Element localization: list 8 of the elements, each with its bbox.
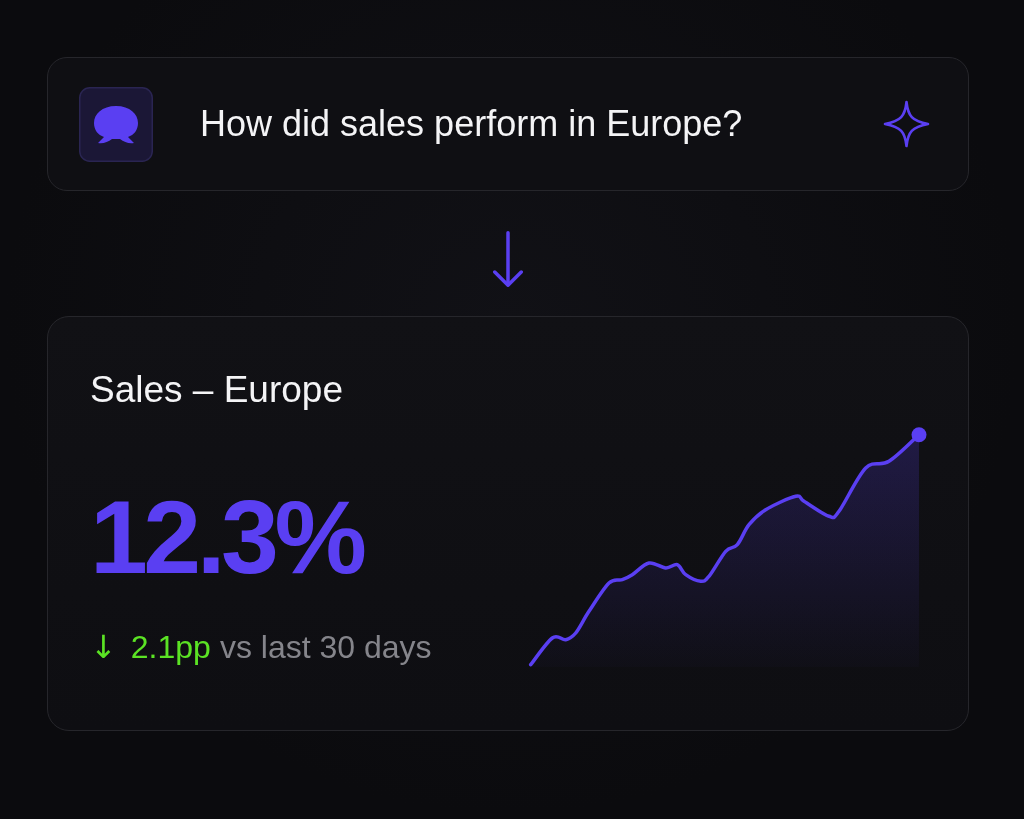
comparison-text: vs last 30 days (219, 628, 432, 667)
trend-arrow-icon: ↓ (90, 627, 117, 667)
question-text: How did sales perform in Europe? (200, 102, 744, 146)
metric-value: 12.3% (90, 485, 364, 589)
change-amount: 2.1pp (130, 628, 211, 667)
metric-title: Sales – Europe (90, 368, 344, 412)
chat-bubble-icon (79, 86, 153, 162)
sparkle-icon (883, 100, 930, 148)
